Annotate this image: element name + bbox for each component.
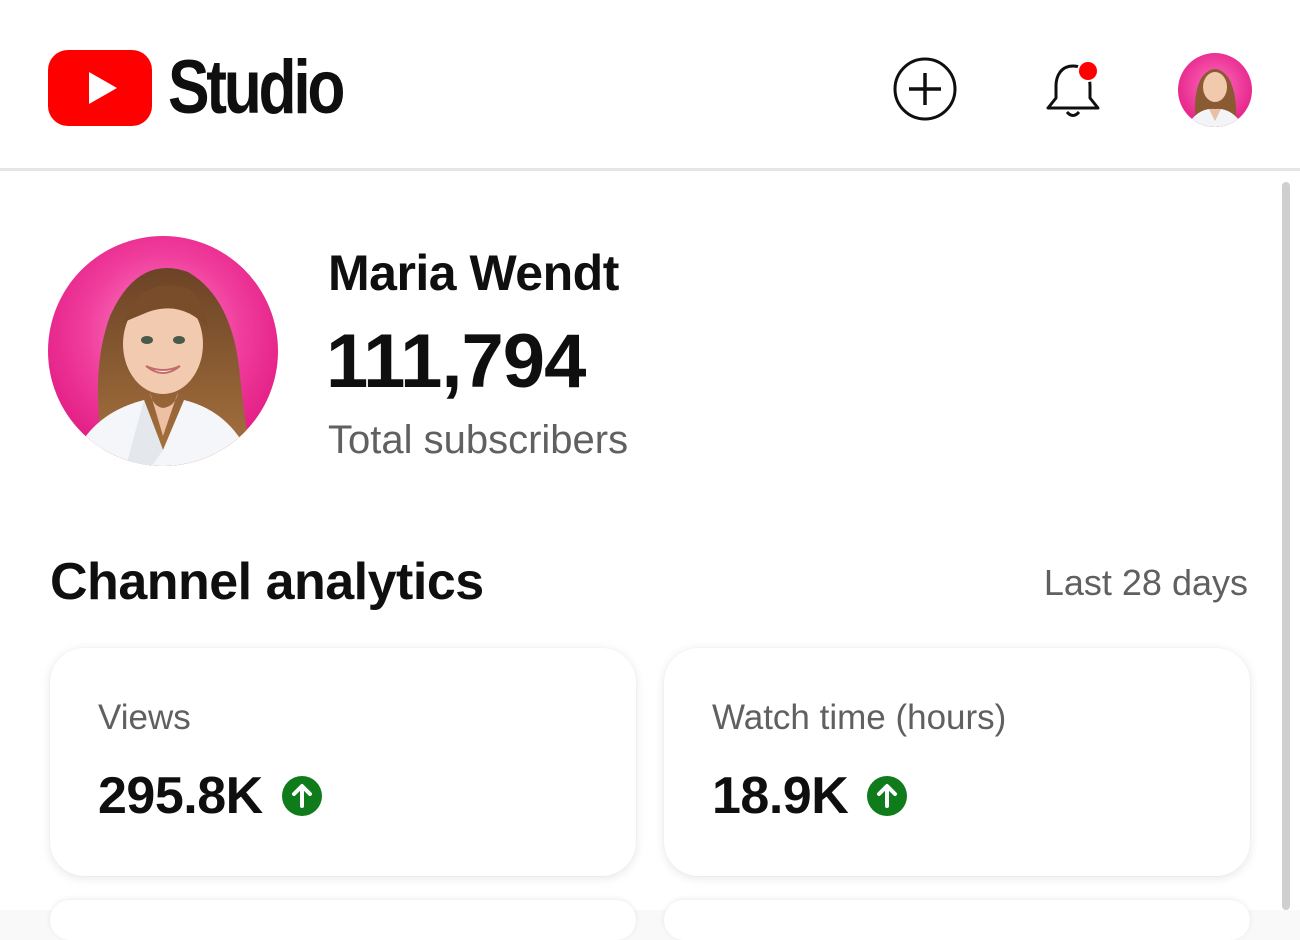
- channel-avatar-image: [48, 236, 278, 466]
- views-card-label: Views: [98, 698, 191, 737]
- subscriber-label: Total subscribers: [328, 418, 629, 462]
- avatar-image: [1178, 53, 1252, 127]
- views-value-row: 295.8K: [98, 766, 323, 826]
- studio-logo[interactable]: Studio: [48, 50, 380, 126]
- views-card-value: 295.8K: [98, 767, 263, 825]
- studio-logo-text: Studio: [168, 45, 345, 130]
- youtube-logo-icon: [48, 50, 152, 126]
- channel-name: Maria Wendt: [328, 245, 619, 301]
- notifications-bell-icon[interactable]: [1040, 56, 1106, 122]
- watch-time-card-value: 18.9K: [712, 767, 849, 825]
- create-plus-icon[interactable]: [892, 56, 958, 122]
- scrollbar[interactable]: [1282, 182, 1290, 910]
- analytics-period: Last 28 days: [1043, 562, 1248, 603]
- account-avatar[interactable]: [1178, 53, 1252, 127]
- watch-time-card-label: Watch time (hours): [712, 698, 1007, 737]
- views-card[interactable]: Views 295.8K: [50, 648, 636, 876]
- subscriber-count: 111,794: [326, 319, 586, 404]
- watch-time-value-row: 18.9K: [712, 766, 908, 826]
- next-card-right[interactable]: [664, 900, 1250, 940]
- next-card-left[interactable]: [50, 900, 636, 940]
- watch-time-card[interactable]: Watch time (hours) 18.9K: [664, 648, 1250, 876]
- arrow-up-circle-icon: [281, 776, 322, 816]
- channel-analytics-title: Channel analytics: [50, 553, 484, 611]
- channel-avatar[interactable]: [48, 236, 278, 466]
- notification-badge: [1079, 62, 1097, 80]
- top-app-bar: Studio: [0, 0, 1300, 171]
- arrow-up-circle-icon: [867, 776, 908, 816]
